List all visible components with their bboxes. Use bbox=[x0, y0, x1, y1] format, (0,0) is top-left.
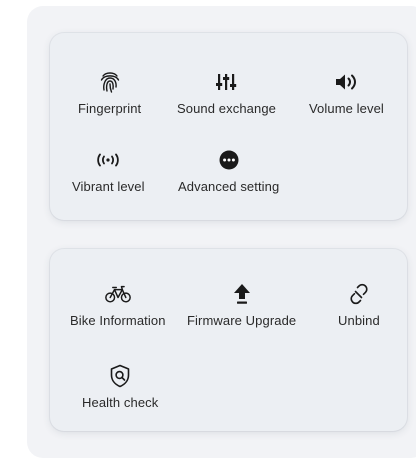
shield-search-icon bbox=[107, 363, 133, 389]
fingerprint-button[interactable]: Fingerprint bbox=[78, 69, 141, 116]
health-check-label: Health check bbox=[82, 395, 159, 410]
bike-information-button[interactable]: Bike Information bbox=[70, 281, 166, 328]
firmware-upgrade-label: Firmware Upgrade bbox=[187, 313, 297, 328]
more-dots-icon bbox=[216, 147, 242, 173]
vibrant-level-label: Vibrant level bbox=[72, 179, 145, 194]
bike-management-card: Bike Information Firmware Upgrade Unbind bbox=[50, 249, 407, 431]
firmware-upgrade-button[interactable]: Firmware Upgrade bbox=[187, 281, 296, 328]
bicycle-icon bbox=[104, 281, 131, 307]
volume-level-label: Volume level bbox=[309, 101, 384, 116]
health-check-button[interactable]: Health check bbox=[82, 363, 158, 410]
device-settings-card: Fingerprint Sound exchange Volume level … bbox=[50, 33, 407, 220]
unlink-icon bbox=[346, 281, 372, 307]
advanced-setting-button[interactable]: Advanced setting bbox=[178, 147, 279, 194]
equalizer-sliders-icon bbox=[213, 69, 239, 95]
unbind-label: Unbind bbox=[338, 313, 380, 328]
vibrant-level-button[interactable]: Vibrant level bbox=[72, 147, 145, 194]
vibration-icon bbox=[95, 147, 121, 173]
speaker-volume-icon bbox=[333, 69, 359, 95]
fingerprint-icon bbox=[97, 69, 123, 95]
settings-panel: Fingerprint Sound exchange Volume level … bbox=[27, 6, 416, 458]
sound-exchange-label: Sound exchange bbox=[177, 101, 276, 116]
fingerprint-label: Fingerprint bbox=[78, 101, 142, 116]
unbind-button[interactable]: Unbind bbox=[338, 281, 380, 328]
bike-information-label: Bike Information bbox=[70, 313, 166, 328]
advanced-setting-label: Advanced setting bbox=[178, 179, 280, 194]
volume-level-button[interactable]: Volume level bbox=[309, 69, 384, 116]
upload-arrow-icon bbox=[229, 281, 255, 307]
sound-exchange-button[interactable]: Sound exchange bbox=[177, 69, 276, 116]
